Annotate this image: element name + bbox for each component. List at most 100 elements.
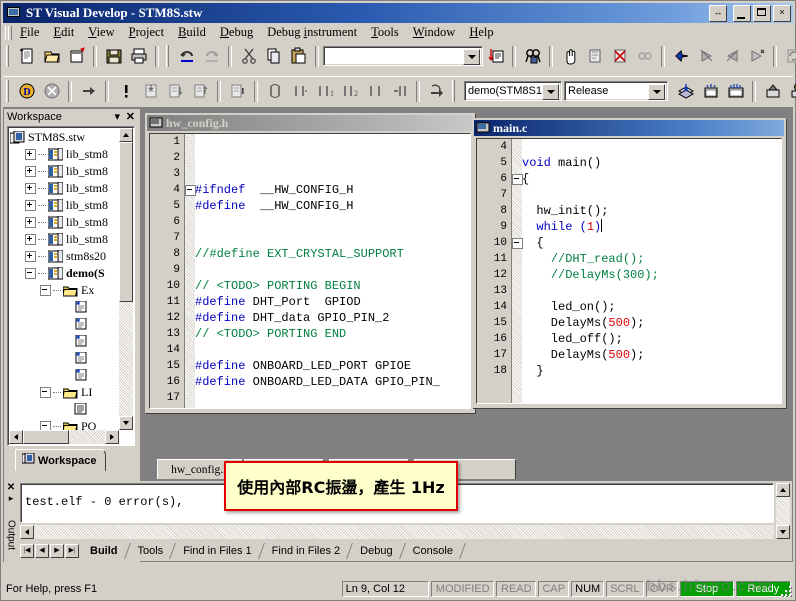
code-line[interactable]: {	[522, 235, 781, 251]
tree-expand-icon[interactable]	[25, 183, 36, 194]
find-combo-arrow-icon[interactable]	[463, 49, 480, 65]
code-line[interactable]	[195, 406, 470, 408]
output-nav-next-button[interactable]: ▶	[50, 543, 64, 558]
toolbar-grip-4[interactable]	[5, 80, 11, 102]
find-combo[interactable]	[323, 46, 483, 66]
code-line[interactable]: #ifndef __HW_CONFIG_H	[195, 182, 470, 198]
tree-hscroll-thumb[interactable]	[23, 430, 69, 444]
print-icon[interactable]	[127, 45, 150, 67]
tree-scroll-right-button[interactable]	[105, 430, 119, 444]
code-line[interactable]: hw_init();	[522, 203, 781, 219]
tree-node[interactable]: lib_stm8	[10, 197, 120, 214]
code-line[interactable]	[195, 230, 470, 246]
output-nav-prev-button[interactable]: ◀	[35, 543, 49, 558]
code-line[interactable]	[195, 150, 470, 166]
settings-icon[interactable]	[786, 80, 796, 102]
code-line[interactable]: #define DHT_data GPIO_PIN_2	[195, 310, 470, 326]
tree-node[interactable]: lib_stm8	[10, 146, 120, 163]
halt-icon[interactable]	[114, 80, 137, 102]
code-line[interactable]: #define __HW_CONFIG_H	[195, 198, 470, 214]
tree-node[interactable]: lib_stm8	[10, 163, 120, 180]
tree-node[interactable]: STM8S.stw	[9, 129, 120, 146]
code-line[interactable]	[522, 187, 781, 203]
tree-node[interactable]: LI	[10, 384, 120, 401]
workspace-tree[interactable]: STM8S.stw lib_stm8 lib_stm8 lib_stm8 lib_stm…	[7, 126, 135, 446]
code-line[interactable]: led_on();	[522, 299, 781, 315]
menu-file[interactable]: File	[13, 24, 46, 41]
close-icon[interactable]: ✕	[126, 110, 135, 123]
menubar-grip[interactable]	[4, 25, 12, 41]
tree-collapse-icon[interactable]	[40, 285, 51, 296]
close-window-button[interactable]: ×	[773, 5, 791, 22]
copy-icon[interactable]	[262, 45, 285, 67]
output-scroll-left-button[interactable]	[20, 525, 34, 539]
cycle-6-icon[interactable]	[388, 80, 411, 102]
menu-help[interactable]: Help	[462, 24, 500, 41]
code-line[interactable]	[195, 262, 470, 278]
code-line[interactable]	[195, 166, 470, 182]
find-in-file-icon[interactable]	[484, 45, 507, 67]
insert-breakpoint-icon[interactable]	[670, 45, 693, 67]
tree-node[interactable]	[10, 333, 120, 350]
clear-bookmarks-icon[interactable]	[608, 45, 631, 67]
code-line[interactable]: }	[522, 363, 781, 379]
hand-pointer-icon[interactable]	[558, 45, 581, 67]
code-line[interactable]: // <TODO> PORTING BEGIN	[195, 278, 470, 294]
tree-expand-icon[interactable]	[25, 234, 36, 245]
tree-scroll-left-button[interactable]	[9, 430, 23, 444]
stop-debug-icon[interactable]	[40, 80, 63, 102]
paste-icon[interactable]	[287, 45, 310, 67]
build-icon[interactable]	[674, 80, 697, 102]
output-tab-find-in-files-2[interactable]: Find in Files 2	[262, 542, 354, 559]
code-line[interactable]: while (1)	[522, 219, 781, 235]
cycle-5-icon[interactable]	[363, 80, 386, 102]
code-line[interactable]: //#define EXT_CRYSTAL_SUPPORT	[195, 246, 470, 262]
new-workspace-icon[interactable]	[65, 45, 88, 67]
tree-node[interactable]	[10, 350, 120, 367]
cycle-4-icon[interactable]: 2	[338, 80, 361, 102]
tab-workspace[interactable]: Workspace	[15, 449, 106, 471]
output-tab-find-in-files-1[interactable]: Find in Files 1	[173, 542, 265, 559]
code-line[interactable]: DelayMs(500);	[522, 315, 781, 331]
cut-icon[interactable]	[237, 45, 260, 67]
save-icon[interactable]	[102, 45, 125, 67]
code-line[interactable]: // <TODO> PORTING END	[195, 326, 470, 342]
rebuild-all-icon[interactable]	[699, 80, 722, 102]
step-into-icon[interactable]	[139, 80, 162, 102]
project-combo-arrow-icon[interactable]	[542, 84, 559, 100]
output-scroll-down-button[interactable]	[776, 525, 790, 539]
menu-edit[interactable]: Edit	[46, 24, 81, 41]
tree-collapse-icon[interactable]	[25, 268, 36, 279]
editor-window-main-c[interactable]: main.c 4 5 6 7 8 9 10 11 12 13 14 15 16 17 18 void mai…	[472, 118, 786, 408]
output-close-icon[interactable]: ✕	[7, 482, 15, 493]
editor-main-c-titlebar[interactable]: main.c	[474, 120, 784, 136]
code-line[interactable]	[522, 139, 781, 155]
menu-project[interactable]: Project	[122, 24, 171, 41]
tree-expand-icon[interactable]	[25, 217, 36, 228]
output-tab-build[interactable]: Build	[80, 542, 131, 559]
output-tab-console[interactable]: Console	[403, 542, 466, 559]
bookmark-toggle-icon[interactable]	[583, 45, 606, 67]
tree-expand-icon[interactable]	[25, 200, 36, 211]
editor-hw-config-body[interactable]: 123456789101112131415161718 #ifndef __HW…	[149, 133, 471, 409]
tree-node[interactable]: lib_stm8	[10, 180, 120, 197]
output-tab-debug[interactable]: Debug	[350, 542, 406, 559]
step-out-icon[interactable]	[189, 80, 212, 102]
output-tab-tools[interactable]: Tools	[128, 542, 177, 559]
tree-node[interactable]: lib_stm8	[10, 231, 120, 248]
code-line[interactable]	[195, 342, 470, 358]
menu-tools[interactable]: Tools	[364, 24, 406, 41]
code-line[interactable]: //DelayMs(300);	[522, 267, 781, 283]
tree-node[interactable]	[10, 401, 120, 418]
breakpoint-next-icon[interactable]	[695, 45, 718, 67]
chevron-down-icon[interactable]: ▾	[114, 110, 120, 123]
main-c-fold-bar[interactable]	[511, 139, 523, 403]
menu-build[interactable]: Build	[171, 24, 213, 41]
output-nav-last-button[interactable]: ▶|	[65, 543, 79, 558]
code-line[interactable]: #define ONBOARD_LED_DATA GPIO_PIN_	[195, 374, 470, 390]
cycle-1-icon[interactable]	[263, 80, 286, 102]
toolbar-grip-2[interactable]	[165, 45, 171, 67]
clear-breakpoints-icon[interactable]	[745, 45, 768, 67]
restart-icon[interactable]	[425, 80, 448, 102]
resize-grip[interactable]	[778, 583, 792, 597]
